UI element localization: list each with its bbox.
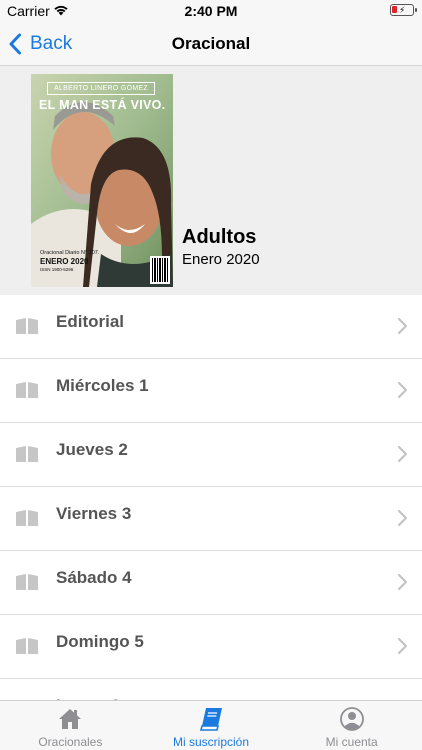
cover-headline: EL MAN ESTÁ VIVO.: [39, 98, 166, 112]
list-item-label: Viernes 3: [56, 504, 132, 523]
user-icon: [339, 707, 364, 731]
tab-label: Oracionales: [38, 735, 103, 749]
list-item-label: Editorial: [56, 312, 125, 331]
open-book-icon: [16, 382, 38, 398]
tab-label: Mi suscripción: [172, 735, 250, 749]
magazine-cover-image[interactable]: ALBERTO LINERO GÓMEZ EL MAN ESTÁ VIVO. O…: [31, 74, 173, 287]
tab-oracionales[interactable]: Oracionales: [0, 701, 141, 750]
tab-bar: Oracionales Mi suscripción Mi cuenta: [0, 700, 422, 750]
cover-issue: Oracional Diario N° 207.: [40, 250, 100, 256]
publication-date: Enero 2020: [182, 251, 260, 268]
reading-list: Editorial Miércoles 1 Jueves 2 Viernes 3…: [0, 295, 422, 743]
barcode-icon: [150, 256, 170, 284]
cover-month: ENERO 2020: [40, 257, 89, 266]
battery-icon: ⚡: [390, 4, 417, 16]
publication-header: ALBERTO LINERO GÓMEZ EL MAN ESTÁ VIVO. O…: [0, 66, 422, 295]
home-icon: [59, 709, 82, 729]
open-book-icon: [16, 318, 38, 334]
tab-mi-suscripcion[interactable]: Mi suscripción: [141, 701, 282, 750]
list-item-day[interactable]: Sábado 4: [0, 551, 422, 615]
tab-mi-cuenta[interactable]: Mi cuenta: [281, 701, 422, 750]
charging-bolt-icon: ⚡: [399, 5, 406, 15]
publication-title: Adultos: [182, 226, 257, 248]
cover-author: ALBERTO LINERO GÓMEZ: [47, 82, 155, 95]
page-title: Oracional: [171, 34, 251, 53]
open-book-icon: [16, 638, 38, 654]
chevron-right-icon: [397, 381, 408, 399]
chevron-right-icon: [397, 637, 408, 655]
list-item-day[interactable]: Domingo 5: [0, 615, 422, 679]
chevron-right-icon: [397, 509, 408, 527]
battery-level: [392, 6, 397, 13]
chevron-right-icon: [397, 573, 408, 591]
list-item-label: Miércoles 1: [56, 376, 149, 395]
chevron-right-icon: [397, 445, 408, 463]
navigation-bar: Back Oracional: [0, 22, 422, 66]
list-item-day[interactable]: Miércoles 1: [0, 359, 422, 423]
list-item-label: Sábado 4: [56, 568, 132, 587]
book-icon: [199, 708, 222, 731]
open-book-icon: [16, 510, 38, 526]
list-item-label: Domingo 5: [56, 632, 144, 651]
tab-label: Mi cuenta: [325, 735, 378, 749]
list-item-day[interactable]: Jueves 2: [0, 423, 422, 487]
list-item-label: Jueves 2: [56, 440, 128, 459]
open-book-icon: [16, 574, 38, 590]
cover-issn: ISSN 1900-5296: [40, 267, 74, 272]
open-book-icon: [16, 446, 38, 462]
list-item-editorial[interactable]: Editorial: [0, 295, 422, 359]
list-item-day[interactable]: Viernes 3: [0, 487, 422, 551]
status-bar: Carrier 2:40 PM ⚡: [0, 0, 422, 22]
chevron-right-icon: [397, 317, 408, 335]
status-time: 2:40 PM: [184, 3, 238, 19]
